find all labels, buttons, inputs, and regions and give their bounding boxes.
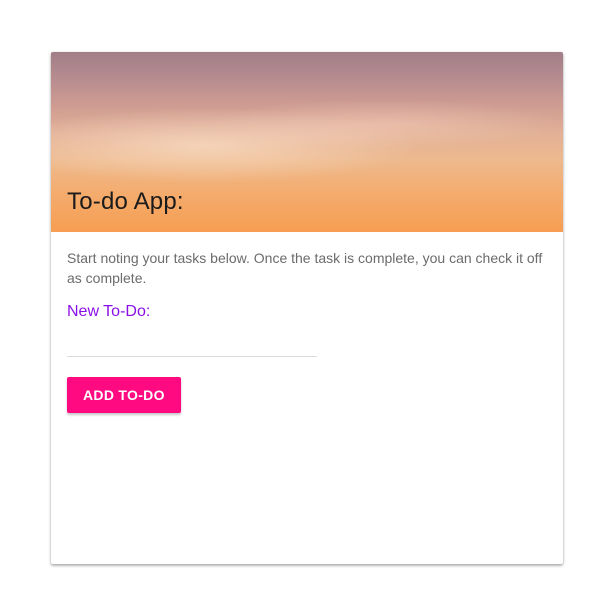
card-title: To-do App: xyxy=(67,188,184,215)
add-todo-button[interactable]: ADD TO-DO xyxy=(67,377,181,413)
card-description: Start noting your tasks below. Once the … xyxy=(67,250,543,286)
new-todo-label: New To-Do: xyxy=(67,303,151,320)
todo-card: To-do App: Start noting your tasks below… xyxy=(51,52,563,564)
new-todo-input[interactable] xyxy=(67,332,317,357)
sunset-header-image: To-do App: xyxy=(51,52,563,232)
card-body: Start noting your tasks below. Once the … xyxy=(51,232,563,413)
